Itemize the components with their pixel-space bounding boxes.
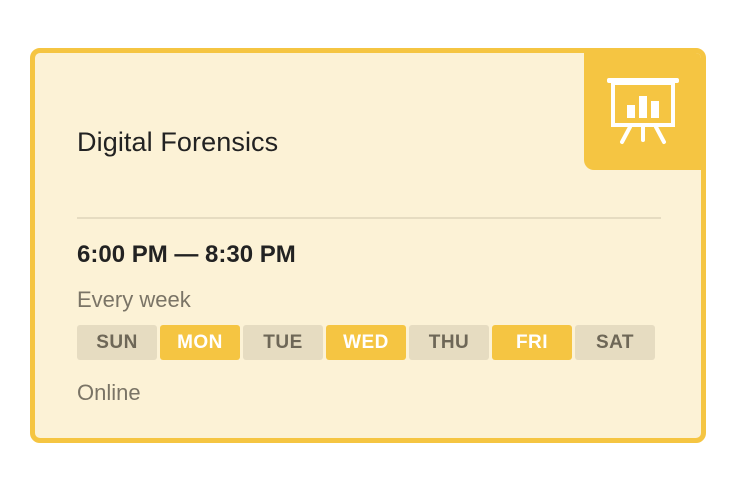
day-wed: WED <box>326 325 406 360</box>
divider <box>77 217 661 219</box>
day-tue: TUE <box>243 325 323 360</box>
presentation-board-chart-icon <box>606 77 679 144</box>
course-type-badge <box>584 53 701 170</box>
day-sat: SAT <box>575 325 655 360</box>
weekday-list: SUN MON TUE WED THU FRI SAT <box>77 325 655 360</box>
day-mon: MON <box>160 325 240 360</box>
course-card[interactable]: Digital Forensics 6:00 PM — 8:30 PM Ever… <box>30 48 706 443</box>
day-fri: FRI <box>492 325 572 360</box>
day-sun: SUN <box>77 325 157 360</box>
course-title: Digital Forensics <box>77 127 279 157</box>
recurrence-label: Every week <box>77 287 191 312</box>
location-label: Online <box>77 380 141 405</box>
day-thu: THU <box>409 325 489 360</box>
time-range: 6:00 PM — 8:30 PM <box>77 241 296 268</box>
